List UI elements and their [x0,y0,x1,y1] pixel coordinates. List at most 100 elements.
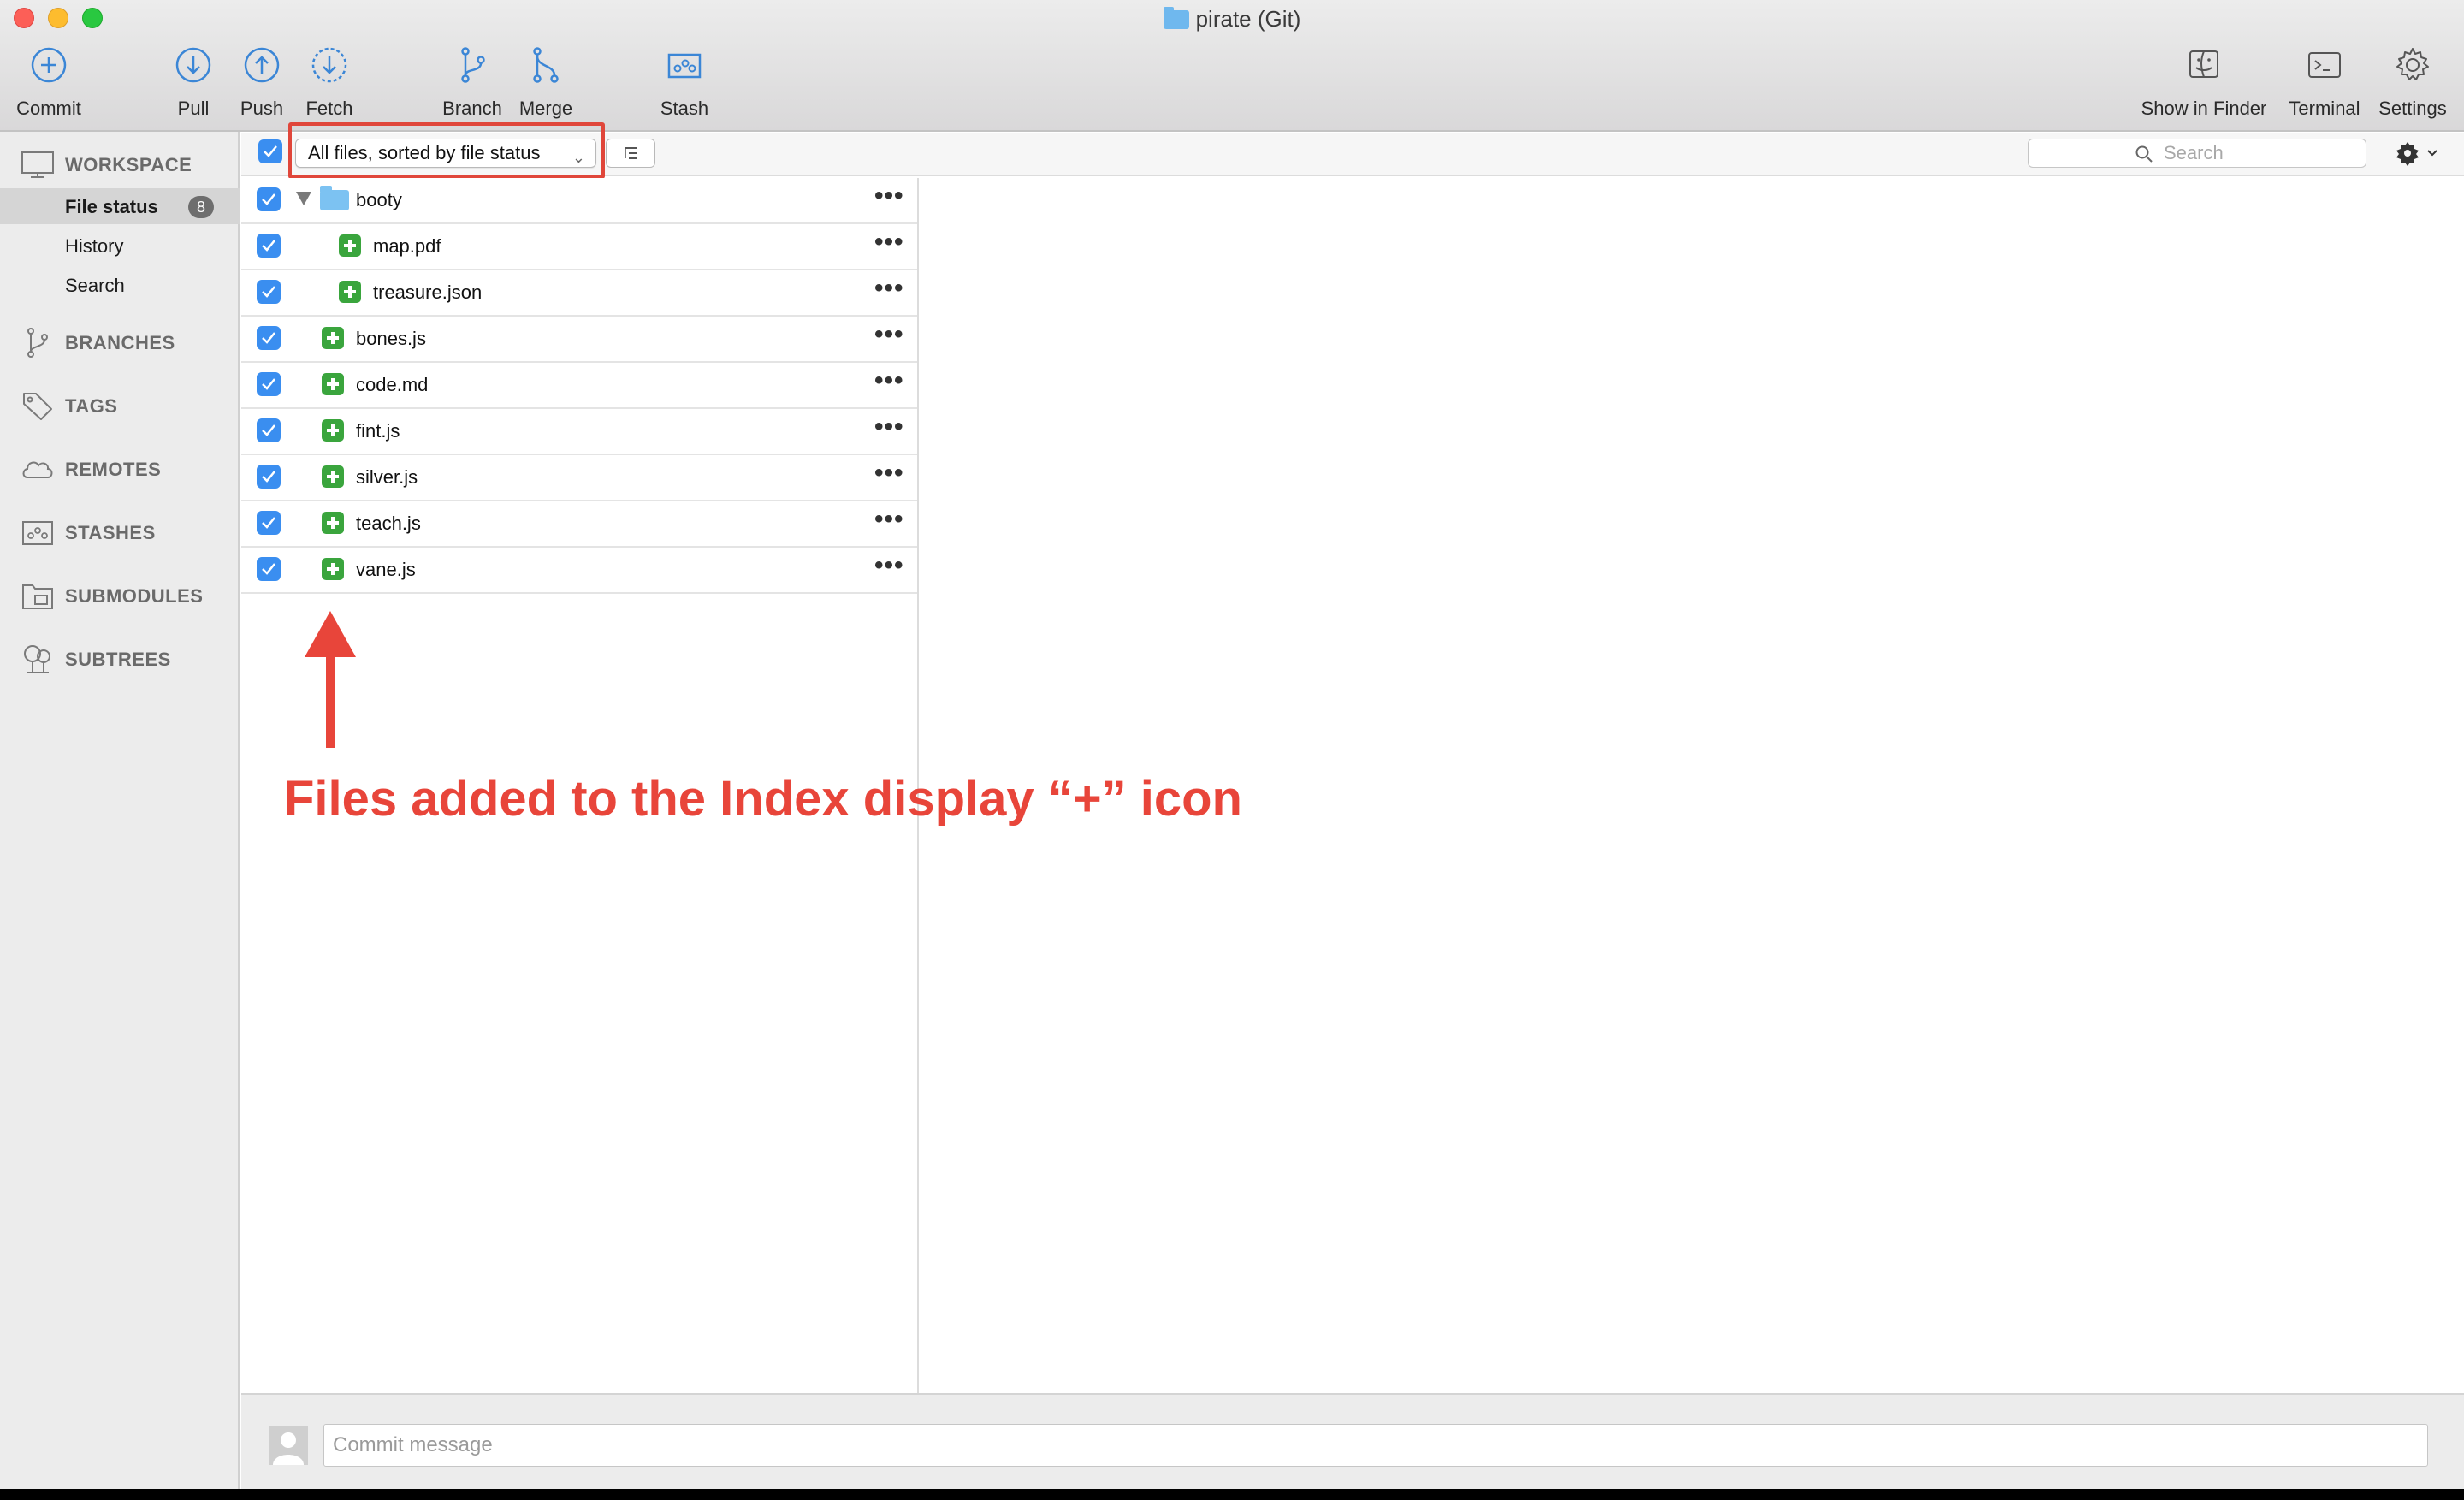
file-checkbox[interactable] [257,418,281,442]
file-name: teach.js [356,513,421,534]
stash-button[interactable]: Stash [654,44,715,120]
commit-message-input[interactable] [323,1424,2428,1467]
sidebar-item-history[interactable]: History [0,228,240,264]
file-checkbox[interactable] [257,187,281,211]
added-plus-icon [339,234,361,257]
sidebar-section-workspace[interactable]: WORKSPACE [0,144,240,187]
added-plus-icon [322,419,344,442]
annotation-arrow-icon [305,611,356,748]
stash-icon [22,521,53,545]
search-field[interactable] [2028,139,2366,168]
sidebar-item-file-status[interactable]: File status 8 [0,188,240,224]
tree-icon [24,645,50,673]
terminal-icon [2308,52,2341,78]
show-in-finder-button[interactable]: Show in Finder [2134,44,2274,120]
fetch-button[interactable]: Fetch [299,44,359,120]
gear-icon [2396,142,2437,166]
file-row[interactable]: fint.js ••• [241,409,917,455]
more-options-icon[interactable]: ••• [874,414,904,440]
commit-icon [31,47,67,83]
terminal-label: Terminal [2289,98,2360,119]
count-badge: 8 [188,196,214,218]
added-plus-icon [322,558,344,580]
file-row[interactable]: code.md ••• [241,363,917,409]
stash-icon [667,53,702,79]
checkmark-icon [262,193,275,205]
sidebar-item-label: File status [65,196,158,217]
submodule-icon [22,584,53,609]
file-checkbox[interactable] [257,326,281,350]
sidebar-section-submodules[interactable]: SUBMODULES [0,575,240,618]
sidebar: WORKSPACE File status 8 History Search B… [0,132,240,1489]
disclosure-triangle-icon[interactable] [296,192,311,205]
more-options-icon[interactable]: ••• [874,183,904,209]
file-checkbox[interactable] [257,280,281,304]
more-options-icon[interactable]: ••• [874,553,904,578]
file-row[interactable]: teach.js ••• [241,501,917,548]
settings-button[interactable]: Settings [2373,44,2452,120]
sidebar-section-branches[interactable]: BRANCHES [0,322,240,365]
options-menu-button[interactable] [2384,137,2450,169]
file-checkbox[interactable] [257,511,281,535]
sidebar-section-subtrees[interactable]: SUBTREES [0,638,240,681]
list-tree-icon [625,147,637,159]
file-checkbox[interactable] [257,234,281,258]
checkmark-icon [262,332,275,344]
branch-button[interactable]: Branch [438,44,506,120]
file-name: fint.js [356,420,400,442]
sidebar-section-stashes[interactable]: STASHES [0,512,240,554]
gear-icon [2396,48,2429,80]
sidebar-section-tags[interactable]: TAGS [0,385,240,428]
terminal-button[interactable]: Terminal [2283,44,2366,120]
file-row[interactable]: bones.js ••• [241,317,917,363]
annotation-caption: Files added to the Index display “+” ico… [284,771,1242,827]
file-name: code.md [356,374,429,395]
merge-button[interactable]: Merge [513,44,578,120]
merge-label: Merge [518,98,573,119]
fetch-icon [311,47,347,83]
more-options-icon[interactable]: ••• [874,322,904,347]
sidebar-section-label: SUBTREES [65,649,171,670]
show-in-finder-label: Show in Finder [2141,98,2267,119]
branch-icon [27,328,48,358]
sidebar-section-label: SUBMODULES [65,585,204,607]
view-options-button[interactable] [606,139,655,168]
sidebar-section-remotes[interactable]: REMOTES [0,448,240,491]
push-button[interactable]: Push [236,44,287,120]
pull-icon [175,47,211,83]
finder-icon [2189,50,2218,78]
more-options-icon[interactable]: ••• [874,460,904,486]
search-input[interactable] [2164,142,2352,164]
file-checkbox[interactable] [257,372,281,396]
file-name: vane.js [356,559,416,580]
sidebar-item-search[interactable]: Search [0,267,240,303]
file-checkbox[interactable] [257,465,281,489]
monitor-icon [21,151,54,178]
select-all-checkbox[interactable] [258,139,282,163]
file-name: booty [356,189,402,210]
more-options-icon[interactable]: ••• [874,368,904,394]
sidebar-section-label: TAGS [65,395,118,417]
search-icon [2135,145,2153,163]
file-row[interactable]: silver.js ••• [241,455,917,501]
merge-icon [533,47,559,83]
annotation-highlight-box [288,122,605,179]
file-row[interactable]: booty ••• [241,178,917,224]
folder-icon [1163,7,1189,29]
file-checkbox[interactable] [257,557,281,581]
more-options-icon[interactable]: ••• [874,276,904,301]
added-plus-icon [322,373,344,395]
more-options-icon[interactable]: ••• [874,229,904,255]
pull-label: Pull [177,98,210,119]
checkmark-icon [262,240,275,252]
window-title: pirate (Git) [0,3,2464,34]
checkmark-icon [262,378,275,390]
pull-button[interactable]: Pull [168,44,219,120]
sidebar-item-label: History [65,235,124,257]
file-row[interactable]: vane.js ••• [241,548,917,594]
more-options-icon[interactable]: ••• [874,507,904,532]
commit-button[interactable]: Commit [12,44,86,120]
file-name: silver.js [356,466,418,488]
file-row[interactable]: map.pdf ••• [241,224,917,270]
file-row[interactable]: treasure.json ••• [241,270,917,317]
